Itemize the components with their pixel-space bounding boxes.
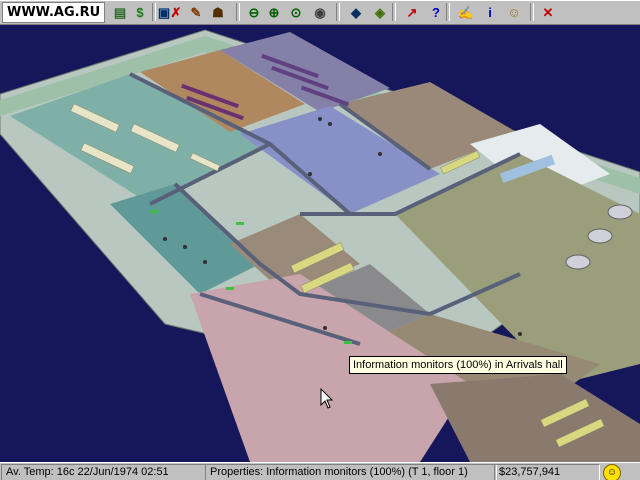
mouse-cursor-icon <box>320 388 334 409</box>
money-pane: $23,757,941 <box>494 464 600 480</box>
construct-button[interactable]: ✎ <box>186 2 206 22</box>
zoom-in-icon: ⊕ <box>268 4 280 20</box>
toolbar-separator <box>336 3 340 21</box>
help-icon: ? <box>432 4 440 20</box>
bulldozer-button[interactable]: ☗ <box>208 2 228 22</box>
zoom-reset-button[interactable]: ⊙ <box>286 2 306 22</box>
toolbar-separator <box>530 3 534 21</box>
advisor-icon: ☺ <box>507 4 521 20</box>
toolbar-separator <box>152 3 156 21</box>
view-rooms-icon: ◆ <box>351 4 361 20</box>
zoom-reset-icon: ⊙ <box>290 4 302 20</box>
view-floors-button[interactable]: ◈ <box>370 2 390 22</box>
date-time-pane: Av. Temp: 16c 22/Jun/1974 02:51 <box>1 464 206 480</box>
zoom-out-icon: ⊖ <box>248 4 260 20</box>
site-logo: WWW.AG.RU <box>2 2 106 23</box>
main-toolbar: WWW.AG.RU ▤ $ ▣ ✗ ✎ ☗ ⊖ ⊕ ⊙ ◉ ◆ ◈ ↗? ✍ i ☺ ✕ <box>0 0 640 25</box>
bulldozer-icon: ☗ <box>212 4 224 20</box>
view-rooms-button[interactable]: ◆ <box>346 2 366 22</box>
construct-icon: ✎ <box>190 4 202 20</box>
help-button[interactable]: ? <box>426 2 446 22</box>
finance-chart-icon: ▤ <box>113 4 127 20</box>
hover-tooltip: Information monitors (100%) in Arrivals … <box>349 356 567 374</box>
statistics-button[interactable]: ↗ <box>402 2 422 22</box>
bottom-brown-floor <box>430 374 640 462</box>
finance-chart-button[interactable]: ▤ <box>110 2 130 22</box>
info-button[interactable]: i <box>480 2 500 22</box>
zoom-out-button[interactable]: ⊖ <box>244 2 264 22</box>
close-icon: ✕ <box>542 4 554 20</box>
toolbar-separator <box>446 3 450 21</box>
toolbar-separator <box>236 3 240 21</box>
notepad-icon: ✍ <box>457 4 475 20</box>
view-floors-icon: ◈ <box>375 4 385 20</box>
demolish-button[interactable]: ✗ <box>166 2 186 22</box>
statistics-icon: ↗ <box>406 4 418 20</box>
camera-button[interactable]: ◉ <box>310 2 330 22</box>
money-button[interactable]: $ <box>130 2 150 22</box>
close-button[interactable]: ✕ <box>538 2 558 22</box>
money-icon: $ <box>136 4 144 20</box>
status-bar: Av. Temp: 16c 22/Jun/1974 02:51 Properti… <box>0 462 640 480</box>
demolish-icon: ✗ <box>170 4 182 20</box>
notepad-button[interactable]: ✍ <box>456 2 476 22</box>
properties-pane: Properties: Information monitors (100%) … <box>205 464 497 480</box>
camera-icon: ◉ <box>314 4 326 20</box>
toolbar-separator <box>392 3 396 21</box>
advisor-button[interactable]: ☺ <box>504 2 524 22</box>
game-window: WWW.AG.RU ▤ $ ▣ ✗ ✎ ☗ ⊖ ⊕ ⊙ ◉ ◆ ◈ ↗? ✍ i ☺ ✕ <box>0 0 640 480</box>
smiley-face-icon[interactable]: ☺ <box>603 464 621 480</box>
zoom-in-button[interactable]: ⊕ <box>264 2 284 22</box>
info-icon: i <box>488 4 492 20</box>
